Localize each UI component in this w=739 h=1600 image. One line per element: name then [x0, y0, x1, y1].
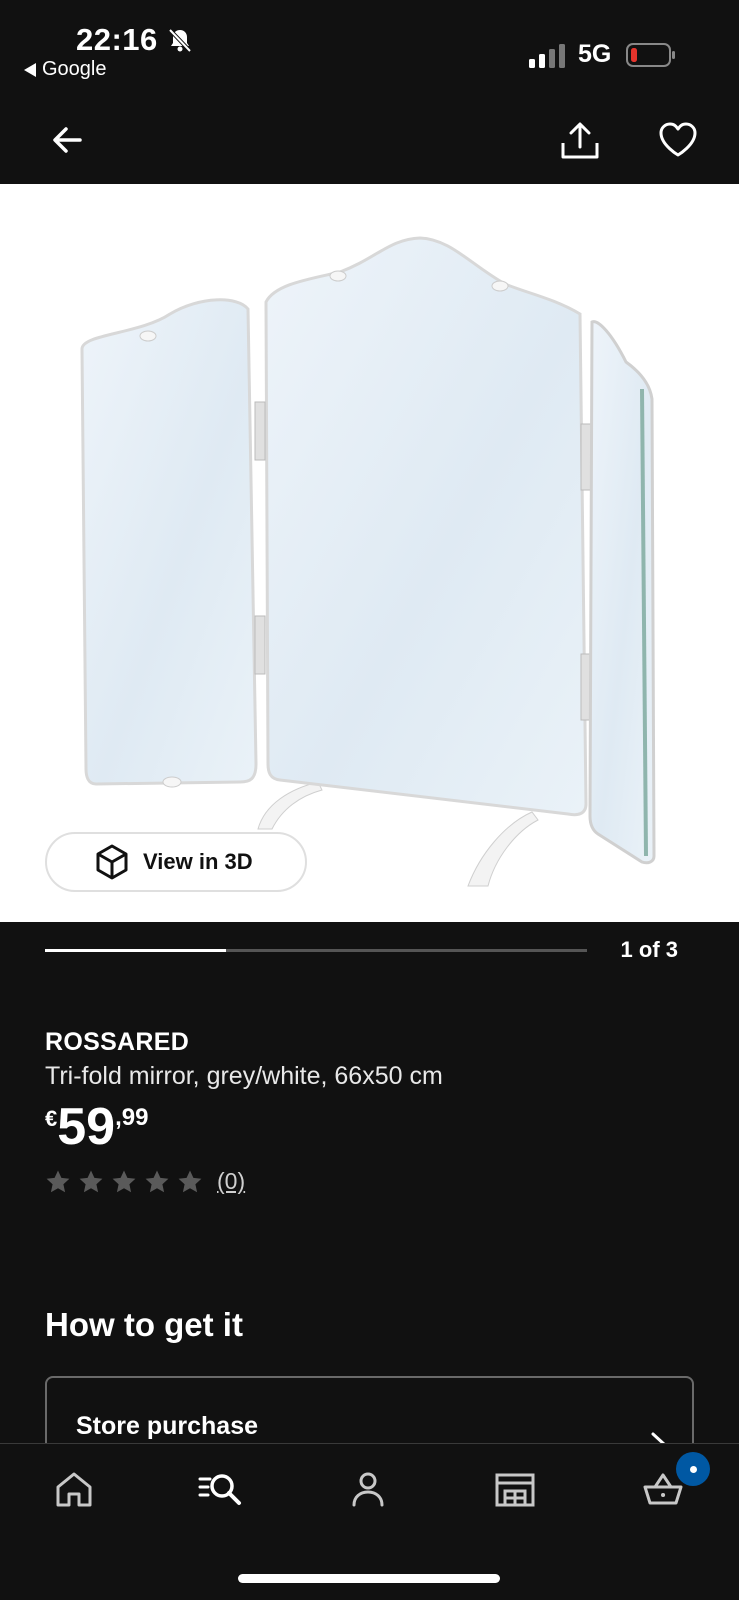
- product-brand: ROSSARED: [45, 1028, 190, 1056]
- home-icon[interactable]: [52, 1467, 96, 1511]
- back-to-app[interactable]: Google: [24, 58, 107, 81]
- top-nav: [0, 100, 739, 184]
- star-icon: [79, 1170, 103, 1192]
- star-icon: [46, 1170, 70, 1192]
- cart-badge: [676, 1452, 710, 1486]
- home-indicator: [238, 1574, 500, 1583]
- star-icon: [112, 1170, 136, 1192]
- bell-muted-icon: [168, 28, 192, 53]
- view-in-3d-label: View in 3D: [143, 849, 253, 874]
- star-icon: [145, 1170, 169, 1192]
- product-price: € 59 ,99: [45, 1098, 148, 1156]
- battery-icon: [626, 43, 675, 67]
- back-triangle-icon: [24, 62, 36, 77]
- heart-icon[interactable]: [656, 118, 700, 162]
- product-image-carousel[interactable]: View in 3D: [0, 184, 739, 922]
- product-image: [80, 236, 656, 887]
- price-integer: 59: [57, 1098, 116, 1156]
- status-bar: 22:16 Google 5G: [0, 0, 739, 100]
- cart-badge-dot: [689, 1465, 697, 1473]
- arrow-left-icon[interactable]: [46, 118, 90, 162]
- product-rating[interactable]: (0): [45, 1168, 245, 1195]
- share-icon[interactable]: [558, 118, 602, 162]
- price-currency: €: [45, 1106, 58, 1131]
- star-icon: [178, 1170, 202, 1192]
- search-icon[interactable]: [198, 1467, 242, 1511]
- product-description: Tri-fold mirror, grey/white, 66x50 cm: [45, 1062, 443, 1090]
- view-in-3d-button[interactable]: View in 3D: [45, 832, 307, 892]
- review-count-link[interactable]: (0): [217, 1168, 245, 1195]
- status-time: 22:16: [76, 22, 158, 57]
- carousel-progress: [45, 949, 587, 952]
- store-icon[interactable]: [493, 1467, 537, 1511]
- signal-icon: [529, 44, 565, 68]
- cube-icon: [96, 844, 128, 880]
- profile-icon[interactable]: [346, 1467, 390, 1511]
- how-to-get-it-heading: How to get it: [45, 1306, 243, 1343]
- back-app-label: Google: [42, 58, 107, 80]
- store-purchase-label: Store purchase: [76, 1412, 259, 1440]
- price-decimal: ,99: [115, 1104, 149, 1131]
- carousel-pager: 1 of 3: [620, 937, 678, 962]
- carousel-progress-fill: [45, 949, 226, 952]
- network-type: 5G: [578, 40, 612, 68]
